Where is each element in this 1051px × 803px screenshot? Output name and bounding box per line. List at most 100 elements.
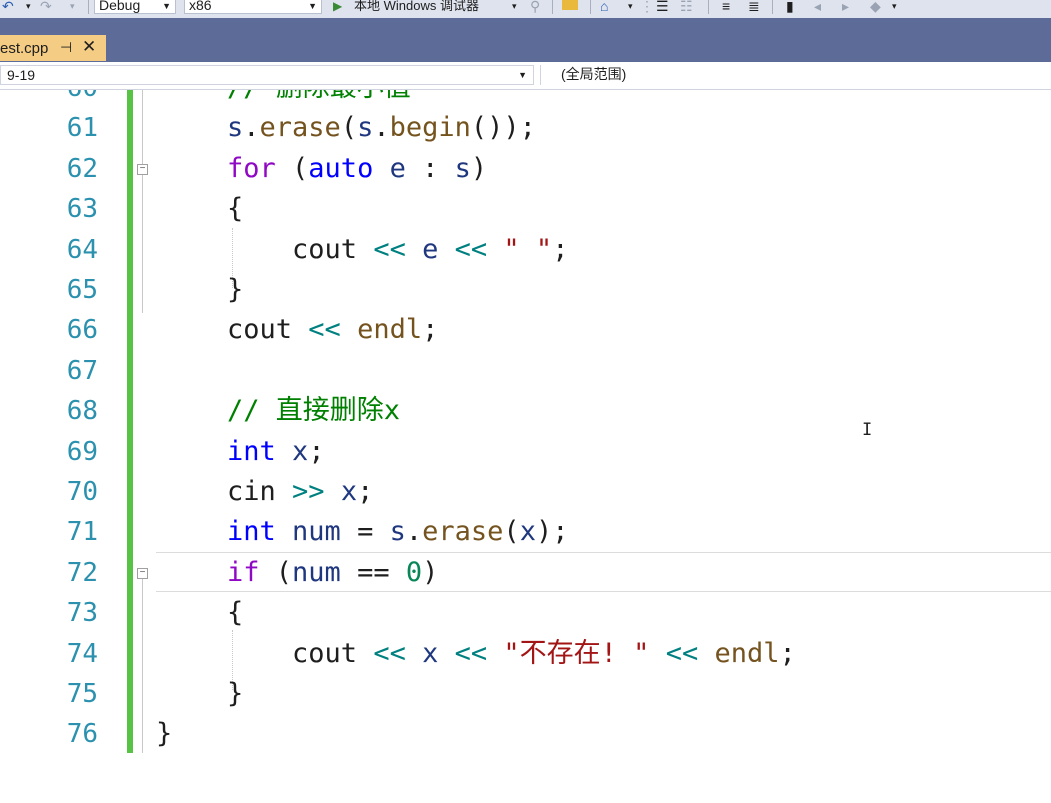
code-token: // 删除最小值 [227,90,411,103]
scope-dropdown[interactable]: (全局范围) [540,65,1051,85]
comment-icon[interactable]: ☰ [656,0,669,16]
code-token: ( [503,516,520,548]
clear-bookmarks-icon[interactable]: ◆ [870,0,881,16]
line-number: 67 [66,355,98,386]
code-token: s [227,112,244,144]
configuration-select[interactable]: Debug ▼ [94,0,176,14]
code-text: { [227,189,243,229]
code-line[interactable]: 60 // 删除最小值 [0,90,1051,108]
code-token: int [227,435,276,467]
code-token: ; [552,233,569,265]
code-token: : [405,152,455,184]
code-line[interactable]: 64 cout << e << " "; [0,230,1051,270]
code-token: cin [227,476,293,507]
code-token: . [243,112,260,144]
code-line[interactable]: 74 cout << x << "不存在! " << endl; [0,634,1051,674]
options-dropdown-icon[interactable]: ▾ [628,0,633,16]
code-line[interactable]: 68 // 直接删除x [0,391,1051,431]
redo-icon[interactable]: ↷ [40,0,52,16]
tab-test-cpp[interactable]: est.cpp ⊣ ✕ [0,35,106,61]
run-debugger-button[interactable]: 本地 Windows 调试器 [354,0,479,16]
code-line[interactable]: 76} [0,714,1051,754]
code-token: int [227,516,276,548]
outdent-icon[interactable]: ≣ [748,0,760,16]
code-token: ()); [470,112,536,144]
code-line[interactable]: 70 cin >> x; [0,472,1051,512]
find-in-files-icon[interactable] [562,0,578,10]
line-number: 62 [66,153,98,184]
run-dropdown-icon[interactable]: ▾ [512,0,517,16]
attach-icon[interactable]: ⚲ [530,0,540,16]
line-number: 73 [66,598,98,629]
line-number: 61 [66,113,98,144]
code-line[interactable]: 72 if (num == 0) [0,553,1051,593]
code-line[interactable]: 67 [0,351,1051,391]
code-token: . [405,516,423,548]
uncomment-icon[interactable]: ☷ [680,0,693,16]
code-line[interactable]: 71 int num = s.erase(x); [0,512,1051,552]
line-number: 65 [66,275,98,305]
code-line[interactable]: 65} [0,270,1051,310]
navigation-bar: 9-19 ▼ (全局范围) [0,62,1051,90]
toolbar-overflow-icon[interactable]: ▾ [892,0,897,16]
code-line[interactable]: 73 { [0,593,1051,633]
pin-icon[interactable]: ⊣ [60,39,72,56]
line-number: 72 [66,557,98,588]
code-line[interactable]: 62 for (auto e : s) [0,149,1051,189]
code-token: << [454,233,488,265]
line-number: 69 [66,436,98,467]
code-token: if [227,556,260,588]
line-number: 74 [66,638,98,669]
code-text: cout << x << "不存在! " << endl; [227,634,796,674]
toolbar: ↶ ▾ ↷ ▾ Debug ▼ x86 ▼ ▶ 本地 Windows 调试器 ▾… [0,0,1051,18]
code-token: cout [227,637,374,669]
code-token: << [308,314,341,346]
project-dropdown[interactable]: 9-19 ▼ [0,65,534,85]
code-token: x [340,476,358,507]
code-token: e [389,152,406,184]
code-token: << [454,637,488,669]
toolbar-separator [590,0,591,14]
code-line[interactable]: 61 s.erase(s.begin()); [0,108,1051,148]
code-token: // 直接删除x [227,395,401,427]
code-token: } [227,274,244,305]
undo-icon[interactable]: ↶ [2,0,14,16]
code-token: ; [357,476,374,507]
code-text: if (num == 0) [227,553,438,593]
code-line[interactable]: 63 { [0,189,1051,229]
close-icon[interactable]: ✕ [82,37,96,57]
line-number: 76 [66,719,98,750]
code-token: ); [535,516,569,548]
code-line[interactable]: 69 int x; [0,432,1051,472]
redo-dropdown-icon[interactable]: ▾ [70,0,75,16]
code-text: } [227,270,243,310]
document-tab-strip: est.cpp ⊣ ✕ [0,18,1051,62]
code-text: } [227,674,243,714]
next-bookmark-icon[interactable]: ▸ [842,0,849,16]
home-icon[interactable]: ⌂ [600,0,608,16]
indent-icon[interactable]: ≡ [722,0,730,16]
prev-bookmark-icon[interactable]: ◂ [814,0,821,16]
code-text: int num = s.erase(x); [227,512,568,552]
platform-select[interactable]: x86 ▼ [184,0,322,14]
undo-dropdown-icon[interactable]: ▾ [26,0,31,16]
code-token: cout [227,314,309,346]
code-token: erase [422,516,504,548]
code-text: // 删除最小值 [227,90,411,108]
code-line[interactable]: 66 cout << endl; [0,310,1051,350]
code-text: cout << endl; [227,310,438,350]
code-text: { [227,593,243,633]
code-editor[interactable]: − − I 60// 删除最小值61s.erase(s.begin());62f… [0,90,1051,803]
code-text: cout << e << " "; [227,230,568,270]
code-line[interactable]: 75} [0,674,1051,714]
code-token: erase [259,112,341,144]
play-icon[interactable]: ▶ [333,0,342,16]
bookmark-icon[interactable]: ▮ [786,0,794,16]
line-number: 70 [66,477,98,507]
